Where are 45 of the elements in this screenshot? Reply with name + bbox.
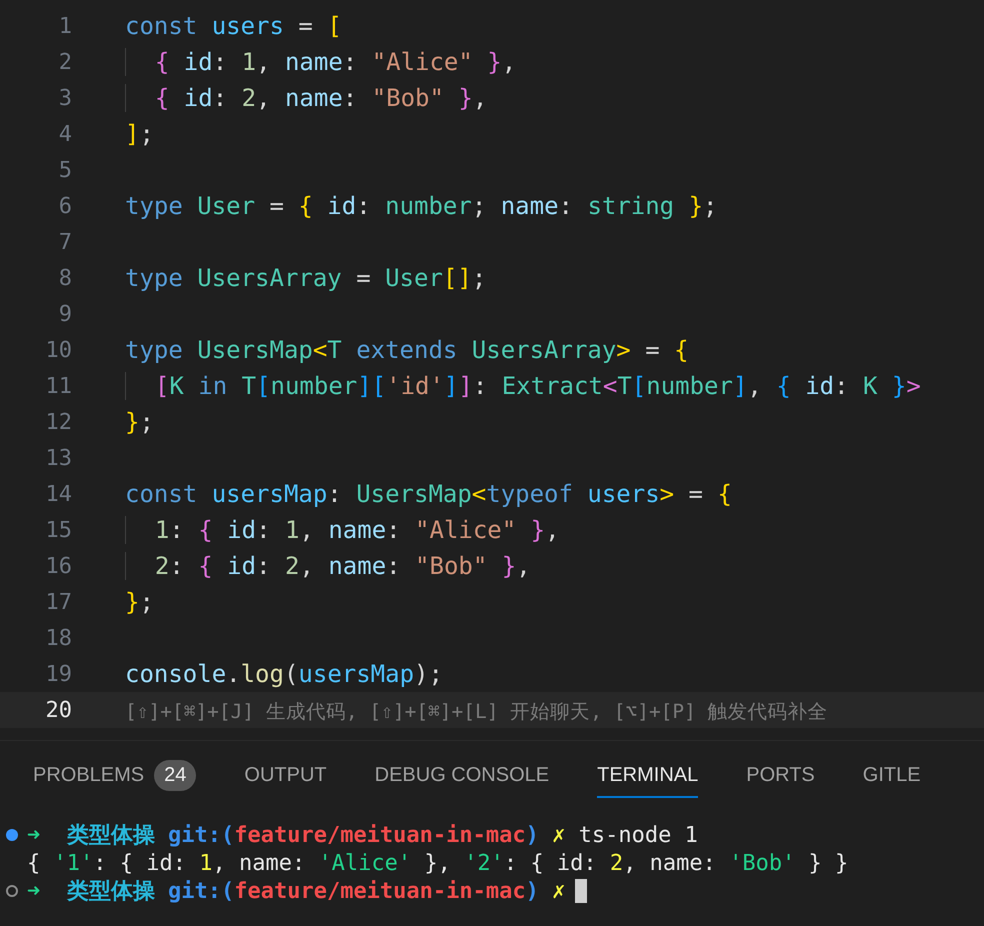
code-line: type UsersMap<T extends UsersArray> = { — [125, 336, 689, 364]
code-line: { id: 2, name: "Bob" }, — [125, 84, 488, 112]
line-number: 20 — [44, 698, 72, 722]
line-number: 4 — [58, 122, 72, 146]
line-number: 19 — [44, 662, 72, 686]
terminal-line: { '1': { id: 1, name: 'Alice' }, '2': { id: 2, name: 'Bob' } } — [27, 850, 848, 876]
line-number: 15 — [44, 518, 72, 542]
code-line: }; — [125, 408, 154, 436]
line-number: 13 — [44, 446, 72, 470]
line-number: 2 — [58, 50, 72, 74]
panel-tab[interactable]: DEBUG CONSOLE — [374, 754, 550, 798]
panel-tab[interactable]: PROBLEMS 24 — [33, 750, 196, 802]
line-number: 8 — [58, 266, 72, 290]
code-line: }; — [125, 588, 154, 616]
code-line: console.log(usersMap); — [125, 660, 443, 688]
line-number: 9 — [58, 302, 72, 326]
code-line: type UsersArray = User[]; — [125, 264, 486, 292]
line-number: 6 — [58, 194, 72, 218]
line-number: 12 — [44, 410, 72, 434]
panel-tab[interactable]: TERMINAL — [597, 754, 698, 798]
code-line: { id: 1, name: "Alice" }, — [125, 48, 516, 76]
panel-tab[interactable]: OUTPUT — [244, 754, 327, 798]
code-line: 2: { id: 2, name: "Bob" }, — [125, 552, 531, 580]
line-number: 5 — [58, 158, 72, 182]
terminal-line: ➜ 类型体操 git:(feature/meituan-in-mac) ✗ ts-node 1 — [27, 822, 698, 850]
line-number: 16 — [44, 554, 72, 578]
line-number: 14 — [44, 482, 72, 506]
line-number: 7 — [58, 230, 72, 254]
line-number: 18 — [44, 626, 72, 650]
line-number: 17 — [44, 590, 72, 614]
code-line: ]; — [125, 120, 154, 148]
panel-tab[interactable]: PORTS — [746, 754, 815, 798]
line-number: 11 — [44, 374, 72, 398]
count-badge: 24 — [154, 760, 196, 791]
line-number: 10 — [44, 338, 72, 362]
line-number: 3 — [58, 86, 72, 110]
code-line: const usersMap: UsersMap<typeof users> = { — [125, 480, 732, 508]
code-line: const users = [ — [125, 12, 342, 40]
code-line: [K in T[number]['id']]: Extract<T[number], { id: K }> — [125, 372, 921, 400]
code-line: 1: { id: 1, name: "Alice" }, — [125, 516, 560, 544]
code-line: type User = { id: number; name: string }; — [125, 192, 718, 220]
panel-tab[interactable]: GITLE — [862, 754, 921, 798]
line-number: 1 — [58, 14, 72, 38]
terminal-line: ➜ 类型体操 git:(feature/meituan-in-mac) ✗ — [27, 878, 566, 906]
shortcut-hint: [⇧]+[⌘]+[J] 生成代码, [⇧]+[⌘]+[L] 开始聊天, [⌥]+[P] 触发代码补全 — [125, 698, 828, 724]
